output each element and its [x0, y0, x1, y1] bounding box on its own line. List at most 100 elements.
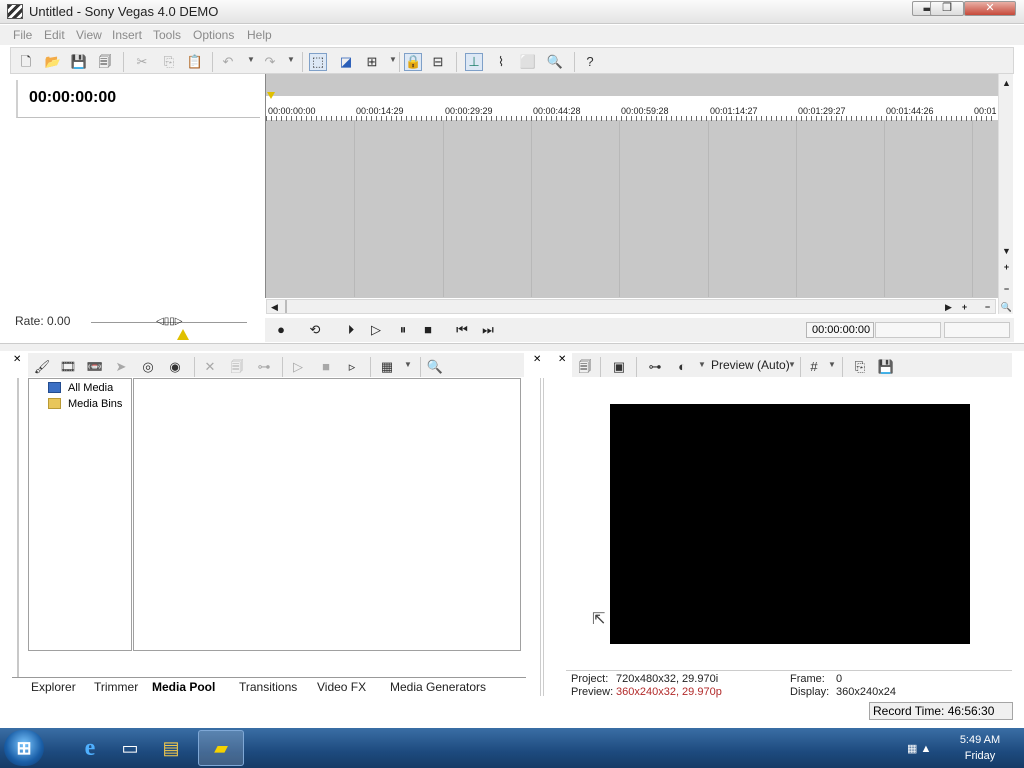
media-list-area[interactable]	[133, 378, 521, 651]
tree-item-all-media[interactable]: All Media	[68, 382, 113, 394]
cursor-marker-icon[interactable]	[267, 92, 275, 99]
menu-edit[interactable]: Edit	[44, 28, 65, 42]
media-fx-chain-icon[interactable]: ⊶	[255, 358, 273, 376]
save-icon[interactable]: 💾	[70, 53, 88, 71]
scroll-right-icon[interactable]: ▶	[941, 300, 956, 314]
import-media-icon[interactable]: 🖌	[33, 358, 51, 376]
zoom-tool-icon[interactable]: 🔍	[546, 53, 564, 71]
views-dropdown-icon[interactable]: ▼	[404, 360, 412, 369]
zoom-in-time-icon[interactable]: +	[957, 300, 972, 314]
panel-splitter[interactable]	[540, 378, 544, 696]
dock-close-icon[interactable]: ✕	[533, 354, 541, 365]
menu-help[interactable]: Help	[247, 28, 272, 42]
redo-icon[interactable]: ↷	[261, 53, 279, 71]
tab-transitions[interactable]: Transitions	[239, 680, 297, 694]
go-to-end-icon[interactable]: ⏭	[478, 321, 498, 339]
copy-icon[interactable]: ⎘	[160, 53, 178, 71]
split-screen-icon[interactable]: ⊶	[646, 358, 664, 376]
overlays-grid-icon[interactable]: #	[805, 358, 823, 376]
scroll-up-icon[interactable]: ▲	[999, 76, 1014, 90]
menu-tools[interactable]: Tools	[153, 28, 181, 42]
snapping-icon[interactable]: ⊥	[465, 53, 483, 71]
pause-icon[interactable]: ⏸	[393, 321, 413, 339]
remove-unused-media-icon[interactable]: ➤	[112, 358, 130, 376]
zoom-out-track-icon[interactable]: −	[999, 282, 1014, 296]
tab-video-fx[interactable]: Video FX	[317, 680, 366, 694]
auto-preview-icon[interactable]: ▹	[343, 358, 361, 376]
search-media-bins-icon[interactable]: ◉	[166, 358, 184, 376]
envelope-tool-icon[interactable]: ◪	[337, 53, 355, 71]
tab-media-generators[interactable]: Media Generators	[390, 680, 486, 694]
media-pool-close-icon[interactable]: ✕	[13, 354, 21, 365]
timeline-vertical-scrollbar[interactable]: ▲ ▼ + − 🔍	[998, 74, 1013, 314]
zoom-in-track-icon[interactable]: +	[999, 260, 1014, 274]
cut-icon[interactable]: ✂	[133, 53, 151, 71]
ignore-grouping-icon[interactable]: 🔒	[404, 53, 422, 71]
timeline-horizontal-scrollbar[interactable]: ◀ ▶ + −	[266, 299, 996, 314]
video-preview-close-icon[interactable]: ✕	[558, 354, 566, 365]
scroll-thumb[interactable]	[285, 300, 287, 313]
remove-selected-icon[interactable]: ✕	[201, 358, 219, 376]
selection-tool-icon[interactable]: ⊞	[363, 53, 381, 71]
start-button[interactable]: ⊞	[4, 730, 44, 766]
scroll-left-icon[interactable]: ◀	[267, 300, 282, 314]
menu-view[interactable]: View	[76, 28, 102, 42]
tree-item-media-bins[interactable]: Media Bins	[68, 398, 122, 410]
scroll-down-icon[interactable]: ▼	[999, 244, 1014, 258]
copy-snapshot-icon[interactable]: ⎘	[851, 358, 869, 376]
external-monitor-icon[interactable]: ▣	[610, 358, 628, 376]
zoom-track-tool-icon[interactable]: 🔍	[999, 300, 1014, 314]
search-icon[interactable]: 🔍	[426, 358, 444, 376]
preview-quality-dropdown-icon[interactable]: ▼	[788, 360, 796, 369]
explorer-folder-icon[interactable]: ▤	[151, 732, 191, 764]
redo-dropdown-icon[interactable]: ▼	[287, 55, 295, 64]
preview-quality-selector[interactable]: Preview (Auto)	[711, 358, 790, 372]
selection-start-field[interactable]	[875, 322, 941, 338]
play-icon[interactable]: ▷	[366, 321, 386, 339]
rate-slider-thumb-icon[interactable]: ◁▯▯▷	[156, 316, 182, 327]
stop-preview-icon[interactable]: ■	[317, 358, 335, 376]
edit-region-icon[interactable]: ⬜	[519, 53, 537, 71]
views-icon[interactable]: ▦	[378, 358, 396, 376]
overlays-dropdown-icon[interactable]: ▼	[828, 360, 836, 369]
undo-icon[interactable]: ↶	[219, 53, 237, 71]
loop-playback-icon[interactable]: ⟲	[305, 321, 325, 339]
capture-video-icon[interactable]: 🎞	[59, 358, 77, 376]
tray-icons[interactable]: ▦ ▲	[907, 742, 931, 755]
record-icon[interactable]: ●	[271, 321, 291, 339]
zoom-out-time-icon[interactable]: −	[980, 300, 995, 314]
selection-length-field[interactable]	[944, 322, 1010, 338]
help-icon[interactable]: ?	[581, 53, 599, 71]
media-properties-icon[interactable]: 🗐	[228, 358, 246, 376]
undo-dropdown-icon[interactable]: ▼	[247, 55, 255, 64]
preview-properties-icon[interactable]: 🗐	[576, 358, 594, 376]
properties-icon[interactable]: 🗐	[96, 53, 114, 71]
menu-options[interactable]: Options	[193, 28, 234, 42]
play-from-start-icon[interactable]: ⏵	[341, 321, 361, 339]
menu-file[interactable]: File	[13, 28, 32, 42]
stop-icon[interactable]: ■	[418, 321, 438, 339]
show-desktop-icon[interactable]: ▭	[110, 732, 150, 764]
tab-explorer[interactable]: Explorer	[31, 680, 76, 694]
media-fx-icon[interactable]: ◎	[139, 358, 157, 376]
selection-dropdown-icon[interactable]: ▼	[389, 55, 397, 64]
window-docking-splitter[interactable]	[0, 343, 1024, 351]
app-clapper-icon[interactable]	[7, 4, 23, 19]
menu-insert[interactable]: Insert	[112, 28, 142, 42]
go-to-start-icon[interactable]: ⏮	[452, 321, 472, 339]
preview-fx-dropdown-icon[interactable]: ▼	[698, 360, 706, 369]
open-icon[interactable]: 📂	[44, 53, 62, 71]
get-media-from-cd-icon[interactable]: 📼	[86, 358, 104, 376]
auto-ripple-icon[interactable]: ⊟	[429, 53, 447, 71]
paste-icon[interactable]: 📋	[186, 53, 204, 71]
tab-trimmer[interactable]: Trimmer	[94, 680, 138, 694]
start-preview-icon[interactable]: ▷	[289, 358, 307, 376]
internet-explorer-icon[interactable]: e	[70, 732, 110, 764]
markers-icon[interactable]: ⌇	[492, 53, 510, 71]
taskbar-clock[interactable]: 5:49 AM Friday	[950, 732, 1010, 764]
preview-fx-icon[interactable]: ◐	[673, 358, 691, 376]
save-snapshot-icon[interactable]: 💾	[877, 358, 895, 376]
normal-edit-tool-icon[interactable]: ⬚	[309, 53, 327, 71]
cursor-position-field[interactable]: 00:00:00:00	[806, 322, 874, 338]
tab-media-pool[interactable]: Media Pool	[152, 680, 215, 694]
